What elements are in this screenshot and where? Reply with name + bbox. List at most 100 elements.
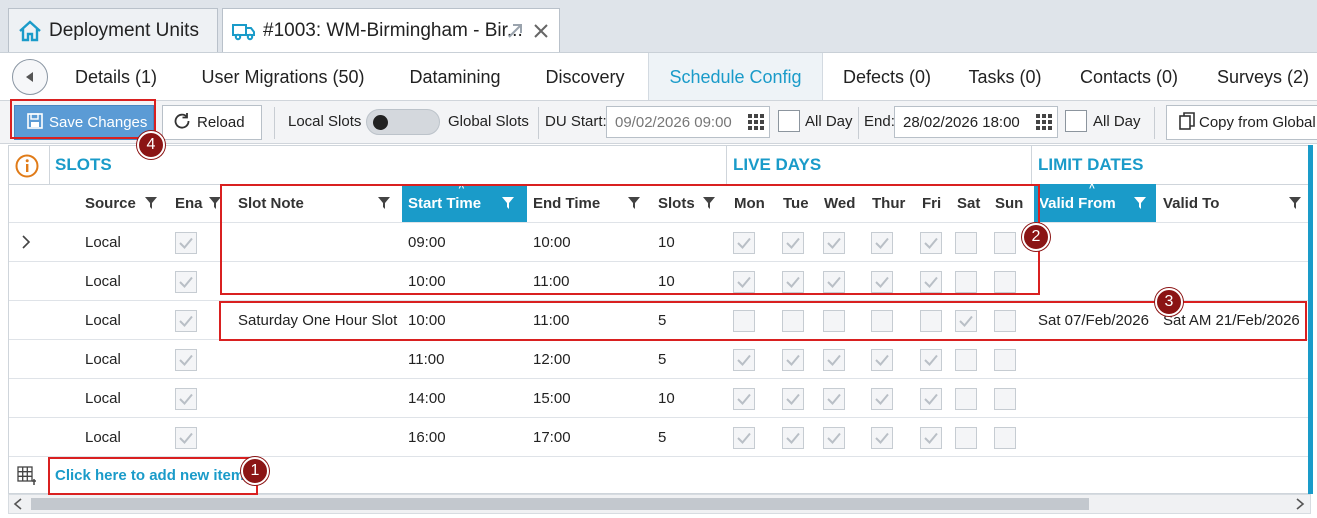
tab-user-migrations[interactable]: User Migrations (50): [180, 53, 386, 101]
du-start-field[interactable]: 09/02/2026 09:00: [606, 106, 770, 138]
day-checkbox-sun[interactable]: [994, 310, 1016, 332]
cell-source[interactable]: Local: [85, 340, 121, 378]
popout-icon[interactable]: [505, 21, 525, 41]
table-row[interactable]: Local Saturday One Hour Slot 10:00 11:00 5 Sa…: [9, 300, 1310, 339]
day-checkbox-thu[interactable]: [871, 232, 893, 254]
doc-tab-deployment-units[interactable]: Deployment Units: [8, 8, 218, 52]
day-checkbox-thu[interactable]: [871, 310, 893, 332]
day-checkbox-fri[interactable]: [920, 388, 942, 410]
day-checkbox-thu[interactable]: [871, 349, 893, 371]
horizontal-scrollbar[interactable]: [8, 494, 1311, 514]
day-checkbox-fri[interactable]: [920, 427, 942, 449]
cell-source[interactable]: Local: [85, 418, 121, 456]
col-start-time[interactable]: ^ Start Time: [402, 184, 527, 222]
table-row[interactable]: Local 14:00 15:00 10: [9, 378, 1310, 417]
day-checkbox-sat[interactable]: [955, 427, 977, 449]
day-checkbox-mon[interactable]: [733, 388, 755, 410]
enabled-checkbox[interactable]: [175, 388, 197, 410]
col-end-time[interactable]: End Time: [533, 184, 645, 222]
day-checkbox-tue[interactable]: [782, 388, 804, 410]
cell-slots[interactable]: 10: [658, 262, 675, 300]
row-expand-icon[interactable]: [21, 223, 31, 261]
table-row[interactable]: Local 10:00 11:00 10: [9, 261, 1310, 300]
day-checkbox-wed[interactable]: [823, 388, 845, 410]
scroll-left-icon[interactable]: [13, 498, 23, 510]
col-wed[interactable]: Wed: [824, 184, 855, 222]
cell-valid-from[interactable]: Sat 07/Feb/2026: [1038, 301, 1149, 339]
add-row-grid-icon[interactable]: [17, 466, 37, 491]
cell-end-time[interactable]: 10:00: [533, 223, 571, 261]
col-thu[interactable]: Thur: [872, 184, 905, 222]
day-checkbox-wed[interactable]: [823, 310, 845, 332]
cell-source[interactable]: Local: [85, 379, 121, 417]
col-enabled[interactable]: Ena: [175, 184, 223, 222]
day-checkbox-wed[interactable]: [823, 349, 845, 371]
slots-source-toggle[interactable]: [366, 109, 440, 135]
day-checkbox-tue[interactable]: [782, 310, 804, 332]
enabled-checkbox[interactable]: [175, 232, 197, 254]
day-checkbox-sun[interactable]: [994, 232, 1016, 254]
copy-from-global-button[interactable]: Copy from Global: [1166, 105, 1317, 140]
col-valid-to[interactable]: Valid To: [1163, 184, 1309, 222]
cell-start-time[interactable]: 10:00: [408, 262, 446, 300]
day-checkbox-mon[interactable]: [733, 232, 755, 254]
cell-start-time[interactable]: 11:00: [408, 340, 444, 378]
table-row[interactable]: Local 09:00 10:00 10: [9, 222, 1310, 261]
col-sat[interactable]: Sat: [957, 184, 980, 222]
table-row[interactable]: Local 11:00 12:00 5: [9, 339, 1310, 378]
cell-end-time[interactable]: 12:00: [533, 340, 571, 378]
cell-start-time[interactable]: 10:00: [408, 301, 446, 339]
all-day-end-checkbox[interactable]: [1065, 110, 1087, 132]
day-checkbox-thu[interactable]: [871, 388, 893, 410]
cell-source[interactable]: Local: [85, 262, 121, 300]
col-slots[interactable]: Slots: [658, 184, 718, 222]
tab-surveys[interactable]: Surveys (2): [1204, 53, 1317, 101]
cell-slots[interactable]: 5: [658, 301, 666, 339]
cell-end-time[interactable]: 17:00: [533, 418, 571, 456]
day-checkbox-fri[interactable]: [920, 232, 942, 254]
col-fri[interactable]: Fri: [922, 184, 941, 222]
col-slot-note[interactable]: Slot Note: [238, 184, 398, 222]
col-source[interactable]: Source: [85, 184, 165, 222]
day-checkbox-thu[interactable]: [871, 271, 893, 293]
filter-icon[interactable]: [1134, 197, 1146, 209]
day-checkbox-thu[interactable]: [871, 427, 893, 449]
cell-end-time[interactable]: 11:00: [533, 262, 569, 300]
cell-slots[interactable]: 10: [658, 223, 675, 261]
cell-start-time[interactable]: 14:00: [408, 379, 446, 417]
day-checkbox-fri[interactable]: [920, 310, 942, 332]
day-checkbox-fri[interactable]: [920, 349, 942, 371]
day-checkbox-mon[interactable]: [733, 349, 755, 371]
tab-schedule-config[interactable]: Schedule Config: [648, 53, 823, 101]
enabled-checkbox[interactable]: [175, 271, 197, 293]
add-new-item-link[interactable]: Click here to add new item: [55, 467, 244, 484]
tab-contacts[interactable]: Contacts (0): [1066, 53, 1192, 101]
day-checkbox-wed[interactable]: [823, 427, 845, 449]
filter-icon[interactable]: [378, 197, 390, 209]
cell-source[interactable]: Local: [85, 223, 121, 261]
day-checkbox-tue[interactable]: [782, 232, 804, 254]
scroll-right-icon[interactable]: [1295, 498, 1305, 510]
day-checkbox-fri[interactable]: [920, 271, 942, 293]
tab-tasks[interactable]: Tasks (0): [956, 53, 1054, 101]
info-icon[interactable]: [15, 154, 39, 183]
day-checkbox-sat[interactable]: [955, 349, 977, 371]
filter-icon[interactable]: [209, 197, 221, 209]
day-checkbox-mon[interactable]: [733, 271, 755, 293]
filter-icon[interactable]: [703, 197, 715, 209]
cell-slots[interactable]: 5: [658, 418, 666, 456]
tab-discovery[interactable]: Discovery: [524, 53, 646, 101]
cell-slots[interactable]: 5: [658, 340, 666, 378]
cell-start-time[interactable]: 09:00: [408, 223, 446, 261]
end-date-field[interactable]: 28/02/2026 18:00: [894, 106, 1058, 138]
calendar-icon[interactable]: [743, 109, 769, 135]
cell-source[interactable]: Local: [85, 301, 121, 339]
all-day-start-checkbox[interactable]: [778, 110, 800, 132]
back-button[interactable]: [12, 59, 48, 95]
day-checkbox-sat[interactable]: [955, 232, 977, 254]
day-checkbox-mon[interactable]: [733, 310, 755, 332]
day-checkbox-sat[interactable]: [955, 310, 977, 332]
day-checkbox-sun[interactable]: [994, 271, 1016, 293]
tab-defects[interactable]: Defects (0): [828, 53, 946, 101]
col-mon[interactable]: Mon: [734, 184, 765, 222]
